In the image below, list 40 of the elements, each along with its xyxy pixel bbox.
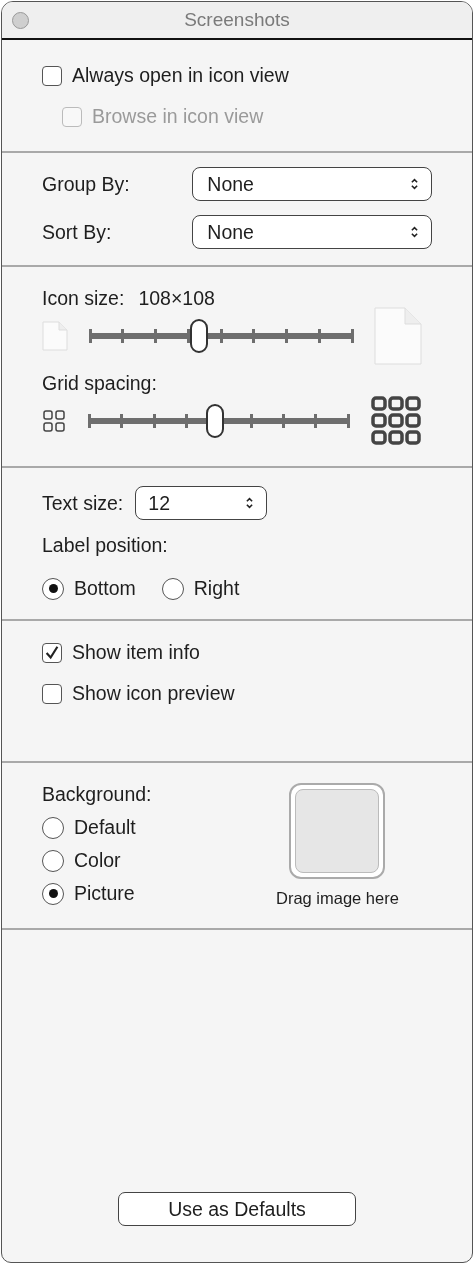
checkbox-label: Browse in icon view — [92, 105, 264, 128]
small-document-icon — [42, 321, 68, 351]
checkbox-label: Show icon preview — [72, 682, 235, 705]
use-as-defaults-button[interactable]: Use as Defaults — [118, 1192, 356, 1226]
grid-spacing-label: Grid spacing: — [42, 372, 157, 395]
large-document-icon — [374, 307, 422, 365]
dropdown[interactable]: 12 — [135, 486, 268, 520]
radio-label: Color — [74, 849, 121, 872]
background-label: Background: — [42, 783, 153, 806]
radio-label: Right — [193, 577, 240, 600]
dropdown[interactable]: None — [192, 167, 432, 201]
checkbox[interactable] — [42, 642, 62, 663]
dropdown[interactable]: None — [192, 215, 432, 249]
chevron-icon — [410, 225, 419, 239]
field-label: Group By: — [42, 172, 131, 196]
radio-button[interactable] — [161, 577, 184, 600]
radio-label: Bottom — [74, 577, 136, 600]
radio-label: Picture — [74, 882, 135, 905]
radio-label: Default — [74, 816, 136, 839]
checkbox[interactable] — [42, 683, 62, 704]
slider-thumb[interactable] — [189, 319, 208, 353]
drop-hint: Drag image here — [276, 889, 399, 908]
radio-button[interactable] — [42, 882, 64, 905]
checkbox-label: Always open in icon view — [72, 64, 289, 87]
icon-size-value: 108×108 — [138, 287, 215, 310]
field-label: Sort By: — [42, 220, 113, 244]
chevron-icon — [245, 496, 255, 510]
radio-button[interactable] — [42, 816, 64, 839]
radio-button[interactable] — [42, 577, 64, 600]
field-label: Text size: — [42, 491, 124, 515]
label-position-label: Label position: — [42, 534, 169, 557]
large-grid-icon — [370, 395, 422, 447]
slider-thumb[interactable] — [205, 404, 224, 438]
checkbox-label: Show item info — [72, 641, 200, 664]
checkbox[interactable] — [42, 65, 62, 86]
icon-size-label: Icon size: — [42, 287, 125, 310]
chevron-icon — [410, 177, 419, 191]
radio-button[interactable] — [42, 849, 64, 872]
window-title: Screenshots — [184, 9, 290, 31]
small-grid-icon — [42, 409, 66, 433]
